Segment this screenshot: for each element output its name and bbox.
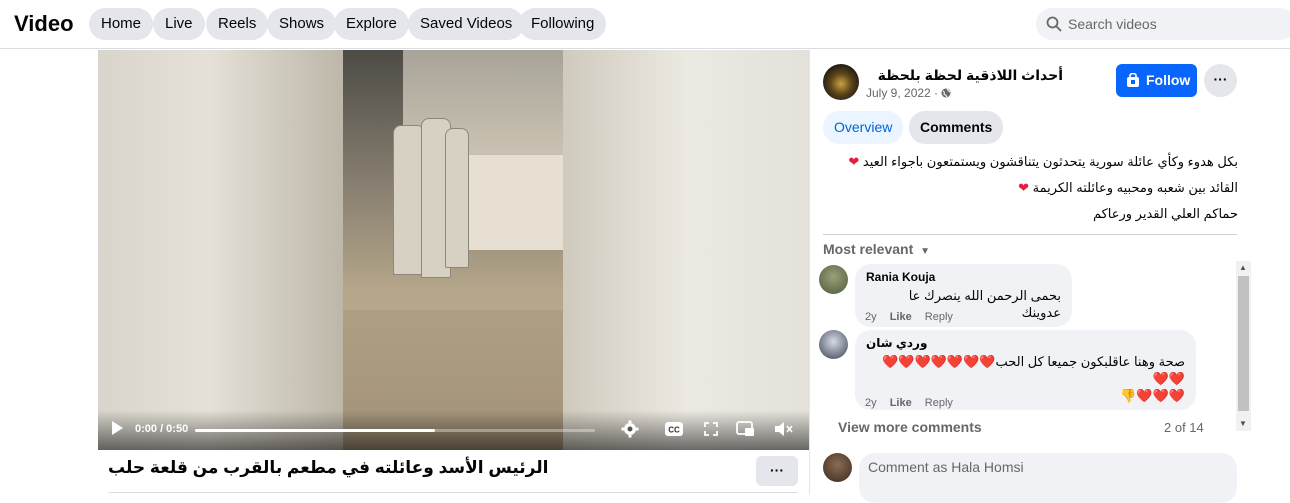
page-title: Video xyxy=(14,11,74,36)
description-text: القائد بين شعبه ومحبيه وعائلته الكريمة xyxy=(1032,180,1238,195)
tab-comments[interactable]: Comments xyxy=(909,111,1004,144)
avatar[interactable] xyxy=(823,453,852,482)
post-date-text[interactable]: July 9, 2022 · xyxy=(866,86,938,100)
like-button[interactable]: Like xyxy=(890,311,912,323)
nav-explore[interactable]: Explore xyxy=(334,8,409,40)
fullscreen-icon[interactable] xyxy=(704,422,718,436)
description-text: بكل هدوء وكأي عائلة سورية يتحدثون يتناقش… xyxy=(862,154,1238,169)
video-frame xyxy=(343,50,563,450)
video-title: الرئيس الأسد وعائلته في مطعم بالقرب من ق… xyxy=(108,458,549,477)
follow-label: Follow xyxy=(1146,72,1191,88)
reply-button[interactable]: Reply xyxy=(925,311,953,323)
avatar[interactable] xyxy=(819,330,848,359)
scroll-down-arrow-icon[interactable]: ▼ xyxy=(1239,419,1247,428)
comment-meta: 2y Like Reply xyxy=(865,311,953,323)
chair xyxy=(445,128,469,268)
comment-author[interactable]: Rania Kouja xyxy=(866,270,1061,284)
page-name[interactable]: أحداث اللاذقية لحظة بلحظة xyxy=(872,67,1063,84)
post-description-line-3: حماكم العلي القدير ورعاكم xyxy=(1092,206,1238,221)
captions-icon[interactable]: CC xyxy=(664,421,684,437)
comment-input[interactable] xyxy=(868,459,1228,475)
progress-bar[interactable] xyxy=(195,429,595,432)
comment-age[interactable]: 2y xyxy=(865,311,877,323)
scroll-up-arrow-icon[interactable]: ▲ xyxy=(1239,263,1247,272)
comment-age[interactable]: 2y xyxy=(865,397,877,409)
post-description-line-1: بكل هدوء وكأي عائلة سورية يتحدثون يتناقش… xyxy=(823,154,1238,170)
search-input[interactable] xyxy=(1068,8,1288,40)
reply-button[interactable]: Reply xyxy=(925,397,953,409)
comment-meta: 2y Like Reply xyxy=(865,397,953,409)
page-avatar[interactable] xyxy=(823,64,859,100)
scroll-thumb[interactable] xyxy=(1238,276,1249,411)
search-icon xyxy=(1046,16,1062,32)
post-date: July 9, 2022 · xyxy=(866,86,951,100)
search-box[interactable] xyxy=(1036,8,1290,40)
tab-overview[interactable]: Overview xyxy=(823,111,904,144)
nav-following[interactable]: Following xyxy=(519,8,607,40)
blurred-background-left xyxy=(98,50,343,450)
blurred-background-right xyxy=(563,50,809,450)
nav-shows[interactable]: Shows xyxy=(267,8,337,40)
post-more-button[interactable]: ··· xyxy=(1204,64,1237,97)
comment-text: صحة وهنا عاقلبكون جميعا كل الحب❤️❤️❤️❤️❤… xyxy=(882,354,1185,386)
comment-author[interactable]: وردي شان xyxy=(866,336,1185,350)
comment-composer[interactable] xyxy=(859,453,1237,503)
post-description-line-2: القائد بين شعبه ومحبيه وعائلته الكريمة ❤ xyxy=(823,180,1238,196)
play-icon[interactable] xyxy=(110,420,124,436)
follow-page-icon xyxy=(1127,73,1139,87)
caret-down-icon: ▼ xyxy=(920,246,931,257)
heart-icon: ❤ xyxy=(1018,180,1029,195)
settings-icon[interactable] xyxy=(621,420,639,438)
player-controls: 0:00 / 0:50 CC xyxy=(98,410,809,450)
like-button[interactable]: Like xyxy=(890,397,912,409)
avatar[interactable] xyxy=(819,265,848,294)
progress-fill xyxy=(195,429,435,432)
top-bar: Video Home Live Reels Shows Explore Save… xyxy=(0,0,1290,49)
video-more-button[interactable]: ··· xyxy=(756,456,798,486)
panel-divider xyxy=(809,50,810,495)
comment-sort-dropdown[interactable]: Most relevant ▼ xyxy=(823,241,930,257)
time-display: 0:00 / 0:50 xyxy=(135,423,189,435)
nav-live[interactable]: Live xyxy=(153,8,205,40)
comment-count: 2 of 14 xyxy=(1164,420,1204,435)
nav-reels[interactable]: Reels xyxy=(206,8,269,40)
view-more-comments-link[interactable]: View more comments xyxy=(838,419,982,435)
divider xyxy=(108,492,798,493)
globe-icon xyxy=(941,88,951,98)
divider xyxy=(823,234,1237,235)
sort-label: Most relevant xyxy=(823,241,914,257)
svg-text:CC: CC xyxy=(668,426,680,435)
nav-saved-videos[interactable]: Saved Videos xyxy=(408,8,525,40)
nav-home[interactable]: Home xyxy=(89,8,154,40)
video-player[interactable]: 0:00 / 0:50 CC xyxy=(98,50,809,450)
picture-in-picture-icon[interactable] xyxy=(736,421,755,437)
heart-icon: ❤ xyxy=(848,154,860,169)
muted-volume-icon[interactable] xyxy=(774,421,794,437)
follow-button[interactable]: Follow xyxy=(1116,64,1197,97)
comments-scrollbar[interactable]: ▲ ▼ xyxy=(1236,261,1251,431)
